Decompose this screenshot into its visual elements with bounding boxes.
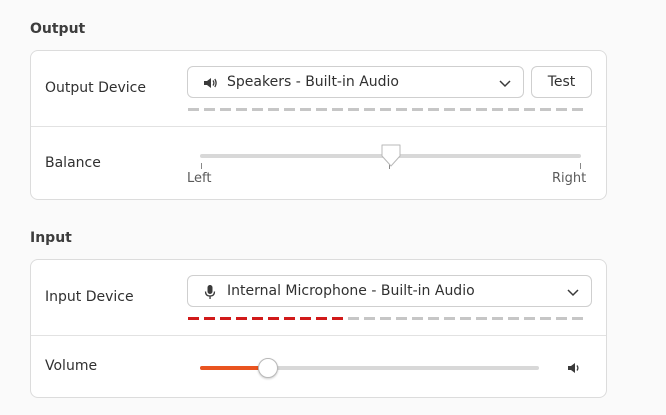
balance-left-label: Left	[187, 171, 212, 186]
output-device-value: Speakers - Built-in Audio	[227, 74, 399, 90]
level-segment	[300, 108, 311, 111]
chevron-down-icon	[499, 80, 511, 88]
volume-slider-handle[interactable]	[257, 358, 278, 378]
level-segment	[204, 108, 215, 111]
level-segment	[332, 317, 343, 320]
level-segment	[396, 108, 407, 111]
level-segment	[476, 108, 487, 111]
output-level-meter	[188, 108, 588, 112]
output-device-row: Output Device Speakers - Built-in Audio …	[31, 51, 606, 126]
output-device-label: Output Device	[45, 80, 146, 96]
level-segment	[460, 108, 471, 111]
input-device-label: Input Device	[45, 289, 134, 305]
level-segment	[220, 317, 231, 320]
level-segment	[380, 108, 391, 111]
level-segment	[364, 317, 375, 320]
level-segment	[476, 317, 487, 320]
level-segment	[556, 108, 567, 111]
output-card: Output Device Speakers - Built-in Audio …	[30, 50, 607, 200]
output-device-dropdown[interactable]: Speakers - Built-in Audio	[187, 66, 524, 98]
level-segment	[508, 108, 519, 111]
level-segment	[284, 108, 295, 111]
level-segment	[508, 317, 519, 320]
level-segment	[316, 317, 327, 320]
output-section-title: Output	[30, 21, 86, 37]
level-segment	[444, 317, 455, 320]
level-segment	[204, 317, 215, 320]
level-segment	[428, 108, 439, 111]
level-segment	[348, 317, 359, 320]
level-segment	[364, 108, 375, 111]
volume-row: Volume	[31, 335, 606, 398]
input-level-meter	[188, 317, 588, 321]
balance-right-tick	[580, 163, 581, 169]
chevron-down-icon	[567, 289, 579, 297]
volume-label: Volume	[45, 358, 98, 374]
level-segment	[396, 317, 407, 320]
balance-row: Balance Left Right	[31, 126, 606, 200]
input-device-value: Internal Microphone - Built-in Audio	[227, 283, 475, 299]
level-segment	[556, 317, 567, 320]
level-segment	[572, 317, 583, 320]
level-segment	[524, 317, 535, 320]
microphone-icon	[204, 285, 216, 299]
level-segment	[236, 108, 247, 111]
level-segment	[220, 108, 231, 111]
level-segment	[412, 108, 423, 111]
level-segment	[188, 108, 199, 111]
balance-slider-handle[interactable]	[380, 143, 402, 169]
level-segment	[300, 317, 311, 320]
level-segment	[524, 108, 535, 111]
level-segment	[380, 317, 391, 320]
level-segment	[412, 317, 423, 320]
level-segment	[332, 108, 343, 111]
test-button[interactable]: Test	[531, 66, 592, 98]
level-segment	[492, 108, 503, 111]
level-segment	[460, 317, 471, 320]
speaker-icon[interactable]	[566, 360, 582, 376]
level-segment	[284, 317, 295, 320]
input-device-dropdown[interactable]: Internal Microphone - Built-in Audio	[187, 275, 592, 307]
input-card: Input Device Internal Microphone - Built…	[30, 259, 607, 398]
level-segment	[348, 108, 359, 111]
level-segment	[540, 317, 551, 320]
level-segment	[316, 108, 327, 111]
input-section-title: Input	[30, 230, 72, 246]
input-device-row: Input Device Internal Microphone - Built…	[31, 260, 606, 335]
level-segment	[572, 108, 583, 111]
level-segment	[236, 317, 247, 320]
balance-right-label: Right	[552, 171, 587, 186]
level-segment	[252, 317, 263, 320]
level-segment	[492, 317, 503, 320]
level-segment	[188, 317, 199, 320]
level-segment	[428, 317, 439, 320]
level-segment	[252, 108, 263, 111]
balance-label: Balance	[45, 155, 101, 171]
level-segment	[268, 317, 279, 320]
level-segment	[444, 108, 455, 111]
balance-left-tick	[201, 163, 202, 169]
speaker-icon	[204, 78, 217, 88]
level-segment	[268, 108, 279, 111]
level-segment	[540, 108, 551, 111]
